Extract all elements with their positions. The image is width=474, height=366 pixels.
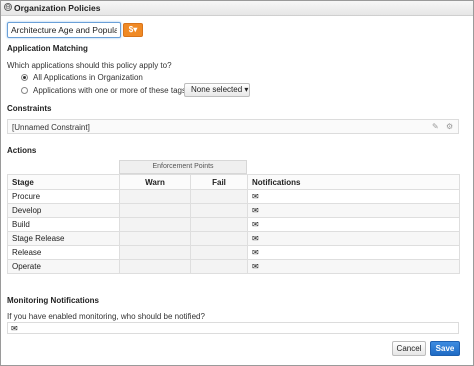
notifications-cell[interactable]: ✉ <box>247 259 460 274</box>
column-header-fail: Fail <box>190 174 248 190</box>
envelope-icon[interactable]: ✉ <box>252 192 259 201</box>
application-matching-question: Which applications should this policy ap… <box>7 61 172 70</box>
fail-cell[interactable] <box>190 245 248 260</box>
table-row: Stage Release ✉ <box>7 231 460 246</box>
fail-cell[interactable] <box>190 203 248 218</box>
table-row: Procure ✉ <box>7 189 460 204</box>
table-row: Develop ✉ <box>7 203 460 218</box>
warn-cell[interactable] <box>119 217 191 232</box>
fail-cell[interactable] <box>190 217 248 232</box>
notifications-cell[interactable]: ✉ <box>247 189 460 204</box>
notifications-cell[interactable]: ✉ <box>247 203 460 218</box>
column-header-stage: Stage <box>7 174 120 190</box>
envelope-icon[interactable]: ✉ <box>252 248 259 257</box>
fail-cell[interactable] <box>190 231 248 246</box>
notifications-cell[interactable]: ✉ <box>247 245 460 260</box>
collapse-icon[interactable]: ⊖ <box>4 3 12 11</box>
fail-cell[interactable] <box>190 259 248 274</box>
cancel-button[interactable]: Cancel <box>392 341 426 356</box>
stage-cell: Stage Release <box>7 231 120 246</box>
enforcement-points-header: Enforcement Points <box>119 160 247 174</box>
warn-cell[interactable] <box>119 189 191 204</box>
fail-cell[interactable] <box>190 189 248 204</box>
panel-title: Organization Policies <box>14 3 101 13</box>
pencil-icon[interactable]: ✎ <box>432 122 439 131</box>
stage-cell: Operate <box>7 259 120 274</box>
column-header-warn: Warn <box>119 174 191 190</box>
constraint-label: [Unnamed Constraint] <box>12 123 90 132</box>
notifications-cell[interactable]: ✉ <box>247 231 460 246</box>
notifications-cell[interactable]: ✉ <box>247 217 460 232</box>
envelope-icon[interactable]: ✉ <box>252 220 259 229</box>
envelope-icon[interactable]: ✉ <box>252 262 259 271</box>
organization-policies-panel: ⊖ Organization Policies $▾ Application M… <box>0 0 474 366</box>
radio-button-tagged-applications[interactable] <box>21 87 28 94</box>
column-header-notifications: Notifications <box>247 174 460 190</box>
table-row: Operate ✉ <box>7 259 460 274</box>
table-row: Release ✉ <box>7 245 460 260</box>
table-header-row: Stage Warn Fail Notifications <box>7 174 460 190</box>
panel-header: ⊖ Organization Policies <box>1 1 473 16</box>
envelope-icon[interactable]: ✉ <box>252 234 259 243</box>
actions-heading: Actions <box>7 146 37 155</box>
actions-table: Stage Warn Fail Notifications Procure ✉ … <box>7 174 460 274</box>
monitoring-recipients-field[interactable]: ✉ <box>7 322 459 334</box>
monitoring-notifications-heading: Monitoring Notifications <box>7 296 99 305</box>
radio-label-tagged-applications: Applications with one or more of these t… <box>33 86 186 95</box>
tags-dropdown-button[interactable]: None selected ▾ <box>184 83 250 97</box>
warn-cell[interactable] <box>119 203 191 218</box>
radio-button-all-applications[interactable] <box>21 74 28 81</box>
envelope-icon[interactable]: ✉ <box>252 206 259 215</box>
warn-cell[interactable] <box>119 231 191 246</box>
policy-name-input[interactable] <box>7 22 121 38</box>
currency-dropdown-button[interactable]: $▾ <box>123 23 143 37</box>
table-row: Build ✉ <box>7 217 460 232</box>
monitoring-question: If you have enabled monitoring, who shou… <box>7 312 205 321</box>
save-button[interactable]: Save <box>430 341 460 356</box>
radio-label-all-applications: All Applications in Organization <box>33 73 143 82</box>
envelope-icon[interactable]: ✉ <box>11 324 18 333</box>
stage-cell: Build <box>7 217 120 232</box>
stage-cell: Develop <box>7 203 120 218</box>
stage-cell: Procure <box>7 189 120 204</box>
constraint-row[interactable]: [Unnamed Constraint] ✎ ⚙ <box>7 119 459 134</box>
stage-cell: Release <box>7 245 120 260</box>
application-matching-heading: Application Matching <box>7 44 88 53</box>
warn-cell[interactable] <box>119 245 191 260</box>
constraints-heading: Constraints <box>7 104 52 113</box>
warn-cell[interactable] <box>119 259 191 274</box>
gear-icon[interactable]: ⚙ <box>446 122 453 131</box>
